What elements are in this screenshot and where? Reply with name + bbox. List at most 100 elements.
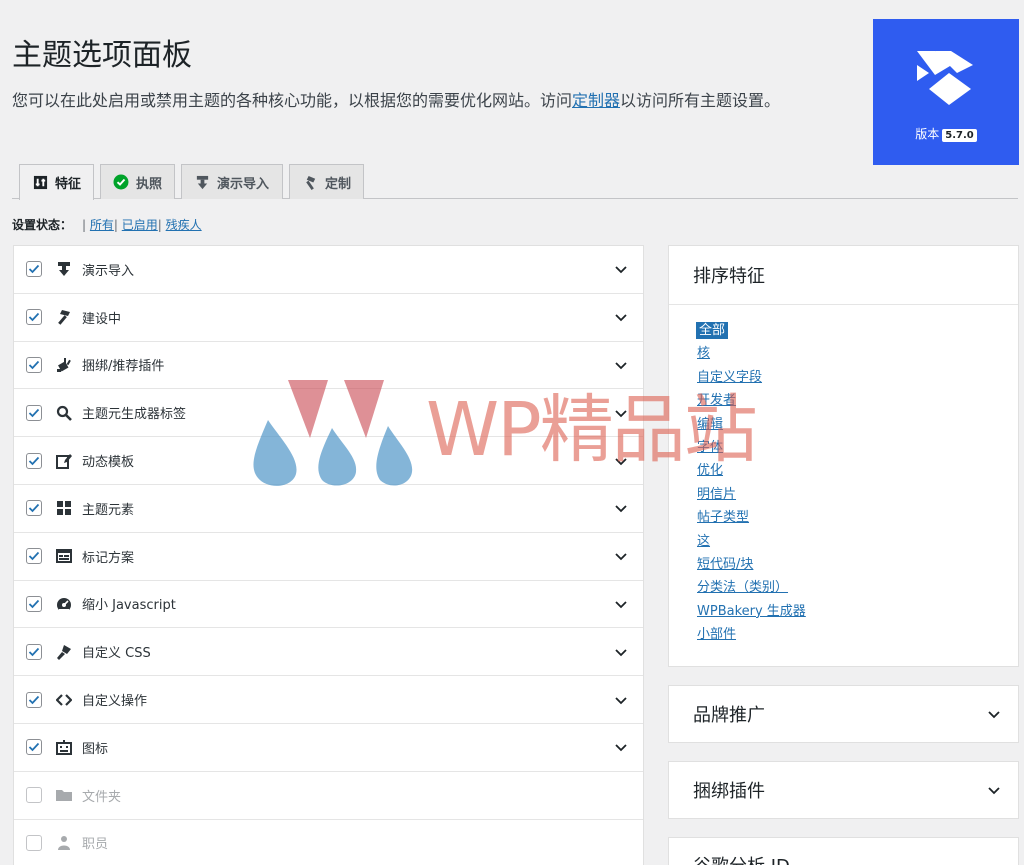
feature-label: 动态模板 — [82, 455, 135, 471]
chevron-down-icon[interactable] — [613, 453, 629, 469]
feature-list: 演示导入 建设中 捆绑/推荐插件 主题元生成器标签 动态模板 主题元素 标记方案 — [13, 245, 644, 865]
chevron-down-icon[interactable] — [613, 548, 629, 564]
feature-checkbox[interactable] — [26, 500, 42, 517]
folder-icon — [54, 785, 74, 805]
sort-link[interactable]: 这 — [696, 534, 711, 549]
customizer-link[interactable]: 定制器 — [572, 91, 620, 110]
sort-link[interactable]: 分类法（类别） — [696, 580, 789, 595]
list-item: 分类法（类别） — [696, 578, 1018, 601]
feature-checkbox[interactable] — [26, 404, 42, 421]
chevron-down-icon[interactable] — [613, 500, 629, 516]
tab-demo-import[interactable]: 演示导入 — [181, 164, 283, 199]
chevron-down-icon[interactable] — [613, 692, 629, 708]
hammer-icon — [302, 174, 318, 190]
tab-label: 特征 — [55, 177, 82, 192]
sort-link[interactable]: 帖子类型 — [696, 510, 750, 525]
tab-license[interactable]: 执照 — [100, 164, 175, 199]
sliders-icon — [32, 175, 48, 191]
edit-page-icon — [54, 451, 74, 471]
feature-checkbox[interactable] — [26, 643, 42, 660]
list-item: 这 — [696, 532, 1018, 555]
feature-row[interactable]: 标记方案 — [14, 533, 643, 581]
chevron-down-icon[interactable] — [613, 309, 629, 325]
chevron-down-icon[interactable] — [613, 357, 629, 373]
filter-disabled-link[interactable]: 残疾人 — [166, 218, 202, 232]
feature-row[interactable]: 主题元素 — [14, 485, 643, 533]
feature-checkbox[interactable] — [26, 309, 42, 326]
tab-label: 定制 — [325, 176, 352, 192]
sort-link[interactable]: 短代码/块 — [696, 557, 754, 572]
feature-row[interactable]: 动态模板 — [14, 437, 643, 485]
feature-checkbox[interactable] — [26, 356, 42, 373]
sort-link[interactable]: 小部件 — [696, 627, 737, 642]
chevron-down-icon[interactable] — [613, 405, 629, 421]
id-card-icon — [54, 546, 74, 566]
feature-checkbox[interactable] — [26, 739, 42, 756]
person-icon — [54, 833, 74, 853]
feature-checkbox[interactable] — [26, 452, 42, 469]
feature-checkbox[interactable] — [26, 691, 42, 708]
feature-label: 演示导入 — [82, 263, 135, 279]
feature-row[interactable]: 文件夹 — [14, 772, 643, 820]
download-icon — [194, 174, 210, 190]
version-number: 5.7.0 — [942, 129, 977, 142]
sort-link-current[interactable]: 全部 — [696, 322, 729, 339]
feature-checkbox[interactable] — [26, 548, 42, 565]
branding-title: 品牌推广 — [693, 705, 765, 726]
version-label: 版本 5.7.0 — [873, 125, 1019, 142]
status-filter-label: 设置状态： — [12, 218, 73, 232]
feature-row[interactable]: 主题元生成器标签 — [14, 389, 643, 438]
sort-link[interactable]: WPBakery 生成器 — [696, 604, 807, 619]
feature-checkbox[interactable] — [26, 261, 42, 278]
feature-label: 文件夹 — [82, 789, 122, 805]
feature-checkbox[interactable] — [26, 834, 42, 851]
feature-row[interactable]: 图标 — [14, 724, 643, 772]
chevron-down-icon[interactable] — [613, 261, 629, 277]
filter-enabled-link[interactable]: 已启用 — [122, 218, 158, 232]
chevron-down-icon[interactable] — [986, 706, 1002, 722]
feature-label: 主题元生成器标签 — [82, 407, 187, 423]
branding-box[interactable]: 品牌推广 — [668, 685, 1019, 743]
feature-row[interactable]: 缩小 Javascript — [14, 581, 643, 629]
list-item: 编辑 — [696, 415, 1018, 438]
robot-icon — [54, 737, 74, 757]
feature-row[interactable]: 演示导入 — [14, 246, 643, 294]
feature-checkbox[interactable] — [26, 787, 42, 804]
feature-row[interactable]: 建设中 — [14, 294, 643, 342]
search-icon — [54, 403, 74, 423]
sort-link[interactable]: 核 — [696, 346, 711, 361]
google-analytics-box[interactable]: 谷歌分析 ID — [668, 837, 1019, 865]
list-item: 核 — [696, 344, 1018, 367]
feature-row[interactable]: 职员 — [14, 820, 643, 865]
sort-link[interactable]: 开发者 — [696, 393, 737, 408]
page-title: 主题选项面板 — [12, 38, 192, 73]
sort-link[interactable]: 自定义字段 — [696, 370, 763, 385]
chevron-down-icon[interactable] — [613, 739, 629, 755]
feature-label: 图标 — [82, 741, 109, 757]
feature-checkbox[interactable] — [26, 595, 42, 612]
sort-link[interactable]: 字体 — [696, 440, 724, 455]
check-circle-icon — [113, 174, 129, 190]
list-item: 自定义字段 — [696, 368, 1018, 391]
plugin-icon — [54, 355, 74, 375]
feature-row[interactable]: 自定义操作 — [14, 676, 643, 724]
feature-label: 自定义操作 — [82, 694, 148, 710]
feature-label: 标记方案 — [82, 550, 135, 566]
sort-link[interactable]: 明信片 — [696, 487, 737, 502]
sort-link[interactable]: 优化 — [696, 463, 724, 478]
tab-features[interactable]: 特征 — [19, 164, 94, 200]
bundled-plugins-title: 捆绑插件 — [693, 781, 765, 802]
bundled-plugins-box[interactable]: 捆绑插件 — [668, 761, 1019, 819]
sort-link[interactable]: 编辑 — [696, 417, 724, 432]
list-item: 短代码/块 — [696, 555, 1018, 578]
tab-customize[interactable]: 定制 — [289, 164, 364, 199]
feature-row[interactable]: 自定义 CSS — [14, 628, 643, 677]
feature-label: 职员 — [82, 837, 109, 853]
chevron-down-icon[interactable] — [613, 644, 629, 660]
description-text-end: 以访问所有主题设置。 — [620, 91, 781, 110]
chevron-down-icon[interactable] — [613, 596, 629, 612]
filter-all-link[interactable]: 所有 — [90, 218, 114, 232]
feature-row[interactable]: 捆绑/推荐插件 — [14, 342, 643, 390]
chevron-down-icon[interactable] — [986, 782, 1002, 798]
list-item: 全部 — [696, 321, 1018, 344]
